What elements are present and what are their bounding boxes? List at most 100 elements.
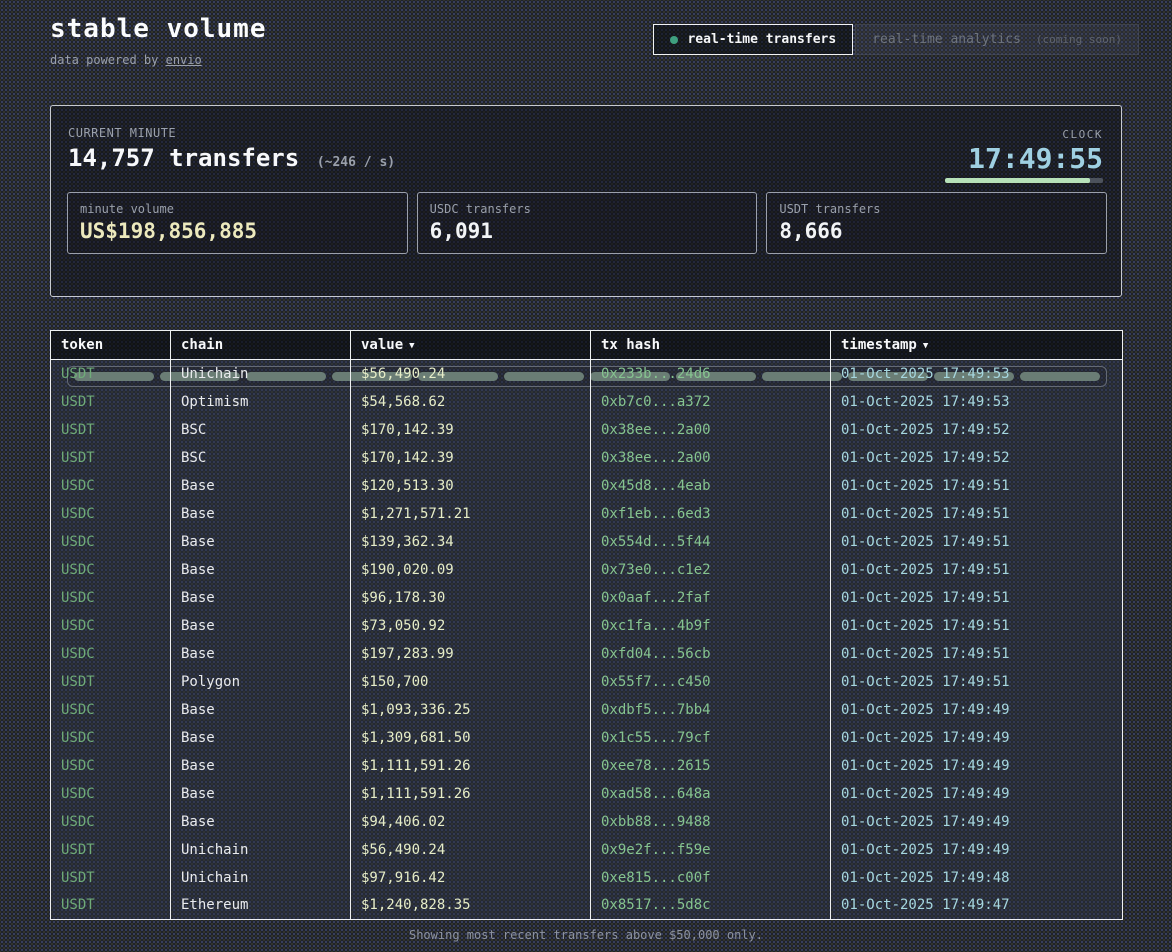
token-cell: USDC xyxy=(51,724,171,752)
tx-hash-cell[interactable]: 0x554d...5f44 xyxy=(591,528,831,556)
tx-hash-cell[interactable]: 0x0aaf...2faf xyxy=(591,584,831,612)
chain-cell: BSC xyxy=(171,416,351,444)
tab-real-time-analytics[interactable]: real-time analytics (coming soon) xyxy=(855,24,1139,55)
tx-hash-cell[interactable]: 0xb7c0...a372 xyxy=(591,388,831,416)
token-cell: USDC xyxy=(51,640,171,668)
column-header-token: token xyxy=(51,331,171,360)
tab-real-time-transfers[interactable]: real-time transfers xyxy=(653,24,853,55)
chain-cell: Unichain xyxy=(171,836,351,864)
tx-hash-cell[interactable]: 0xfd04...56cb xyxy=(591,640,831,668)
transfer-row: USDT Unichain $56,490.24 0x9e2f...f59e 0… xyxy=(51,836,1123,864)
chain-cell: Base xyxy=(171,696,351,724)
transfer-row: USDC Base $120,513.30 0x45d8...4eab 01-O… xyxy=(51,472,1123,500)
tx-hash-cell[interactable]: 0x73e0...c1e2 xyxy=(591,556,831,584)
table-header-row: token chain value▼ tx hash timestamp▼ xyxy=(51,331,1123,360)
stat-value: 8,666 xyxy=(779,219,1094,243)
token-cell: USDT xyxy=(51,360,171,388)
token-cell: USDC xyxy=(51,780,171,808)
value-cell: $1,111,591.26 xyxy=(351,752,591,780)
tx-hash-cell[interactable]: 0xdbf5...7bb4 xyxy=(591,696,831,724)
transfer-row: USDT Optimism $54,568.62 0xb7c0...a372 0… xyxy=(51,388,1123,416)
timestamp-cell: 01-Oct-2025 17:49:52 xyxy=(831,416,1123,444)
transfer-row: USDT Polygon $150,700 0x55f7...c450 01-O… xyxy=(51,668,1123,696)
timestamp-cell: 01-Oct-2025 17:49:49 xyxy=(831,724,1123,752)
chain-cell: Unichain xyxy=(171,360,351,388)
value-cell: $96,178.30 xyxy=(351,584,591,612)
tx-hash-cell[interactable]: 0xee78...2615 xyxy=(591,752,831,780)
tx-hash-cell[interactable]: 0xe815...c00f xyxy=(591,864,831,892)
value-cell: $170,142.39 xyxy=(351,444,591,472)
chain-cell: Base xyxy=(171,584,351,612)
value-cell: $197,283.99 xyxy=(351,640,591,668)
tx-hash-cell[interactable]: 0xbb88...9488 xyxy=(591,808,831,836)
token-cell: USDC xyxy=(51,556,171,584)
tx-hash-cell[interactable]: 0x8517...5d8c xyxy=(591,892,831,920)
column-header-tx-hash: tx hash xyxy=(591,331,831,360)
value-cell: $1,309,681.50 xyxy=(351,724,591,752)
token-cell: USDT xyxy=(51,388,171,416)
token-cell: USDC xyxy=(51,696,171,724)
column-header-chain: chain xyxy=(171,331,351,360)
transfer-count: 14,757 transfers xyxy=(68,144,299,172)
app-header: stable volume data powered by envio xyxy=(50,14,267,67)
chain-cell: Polygon xyxy=(171,668,351,696)
chain-cell: Optimism xyxy=(171,388,351,416)
section-label: CURRENT MINUTE xyxy=(68,126,176,140)
transfer-rate: (~246 / s) xyxy=(317,155,395,170)
tx-hash-cell[interactable]: 0x55f7...c450 xyxy=(591,668,831,696)
powered-by-text: data powered by xyxy=(50,53,158,67)
transfer-row: USDC Base $1,271,571.21 0xf1eb...6ed3 01… xyxy=(51,500,1123,528)
current-minute-panel: CURRENT MINUTE 14,757 transfers (~246 / … xyxy=(50,105,1122,297)
tx-hash-cell[interactable]: 0x45d8...4eab xyxy=(591,472,831,500)
envio-link[interactable]: envio xyxy=(166,53,202,67)
view-tabs: real-time transfers real-time analytics … xyxy=(653,24,1139,55)
token-cell: USDT xyxy=(51,444,171,472)
coming-soon-note: (coming soon) xyxy=(1036,33,1122,46)
column-header-value[interactable]: value▼ xyxy=(351,331,591,360)
value-cell: $1,271,571.21 xyxy=(351,500,591,528)
timestamp-cell: 01-Oct-2025 17:49:49 xyxy=(831,696,1123,724)
transfer-row: USDT BSC $170,142.39 0x38ee...2a00 01-Oc… xyxy=(51,416,1123,444)
value-cell: $97,916.42 xyxy=(351,864,591,892)
chain-cell: Base xyxy=(171,500,351,528)
tx-hash-cell[interactable]: 0x233b...24d6 xyxy=(591,360,831,388)
tx-hash-cell[interactable]: 0x9e2f...f59e xyxy=(591,836,831,864)
timestamp-cell: 01-Oct-2025 17:49:53 xyxy=(831,360,1123,388)
timestamp-cell: 01-Oct-2025 17:49:51 xyxy=(831,500,1123,528)
chain-cell: BSC xyxy=(171,444,351,472)
timestamp-cell: 01-Oct-2025 17:49:47 xyxy=(831,892,1123,920)
powered-by: data powered by envio xyxy=(50,53,267,67)
clock-progress-track xyxy=(945,178,1103,183)
timestamp-cell: 01-Oct-2025 17:49:51 xyxy=(831,472,1123,500)
transfer-row: USDC Base $1,093,336.25 0xdbf5...7bb4 01… xyxy=(51,696,1123,724)
timestamp-cell: 01-Oct-2025 17:49:49 xyxy=(831,836,1123,864)
tx-hash-cell[interactable]: 0xad58...648a xyxy=(591,780,831,808)
transfers-table: token chain value▼ tx hash timestamp▼ US… xyxy=(50,330,1123,920)
tx-hash-cell[interactable]: 0x1c55...79cf xyxy=(591,724,831,752)
stat-value: 6,091 xyxy=(430,219,745,243)
token-cell: USDC xyxy=(51,612,171,640)
stat-label: USDC transfers xyxy=(430,202,745,216)
value-cell: $1,111,591.26 xyxy=(351,780,591,808)
tx-hash-cell[interactable]: 0xf1eb...6ed3 xyxy=(591,500,831,528)
clock-time: 17:49:55 xyxy=(968,142,1103,175)
column-header-timestamp[interactable]: timestamp▼ xyxy=(831,331,1123,360)
timestamp-cell: 01-Oct-2025 17:49:51 xyxy=(831,528,1123,556)
value-cell: $120,513.30 xyxy=(351,472,591,500)
chain-cell: Base xyxy=(171,472,351,500)
chain-cell: Base xyxy=(171,808,351,836)
tx-hash-cell[interactable]: 0x38ee...2a00 xyxy=(591,444,831,472)
value-cell: $1,093,336.25 xyxy=(351,696,591,724)
stat-box-usdt-transfers: USDT transfers 8,666 xyxy=(766,192,1107,254)
transfer-count-line: 14,757 transfers (~246 / s) xyxy=(68,144,395,172)
stat-label: minute volume xyxy=(80,202,395,216)
timestamp-cell: 01-Oct-2025 17:49:51 xyxy=(831,556,1123,584)
tab-analytics-label: real-time analytics xyxy=(872,32,1021,47)
tx-hash-cell[interactable]: 0xc1fa...4b9f xyxy=(591,612,831,640)
transfer-row: USDC Base $1,111,591.26 0xee78...2615 01… xyxy=(51,752,1123,780)
token-cell: USDC xyxy=(51,528,171,556)
transfer-row: USDC Base $197,283.99 0xfd04...56cb 01-O… xyxy=(51,640,1123,668)
chain-cell: Unichain xyxy=(171,864,351,892)
tx-hash-cell[interactable]: 0x38ee...2a00 xyxy=(591,416,831,444)
timestamp-cell: 01-Oct-2025 17:49:52 xyxy=(831,444,1123,472)
